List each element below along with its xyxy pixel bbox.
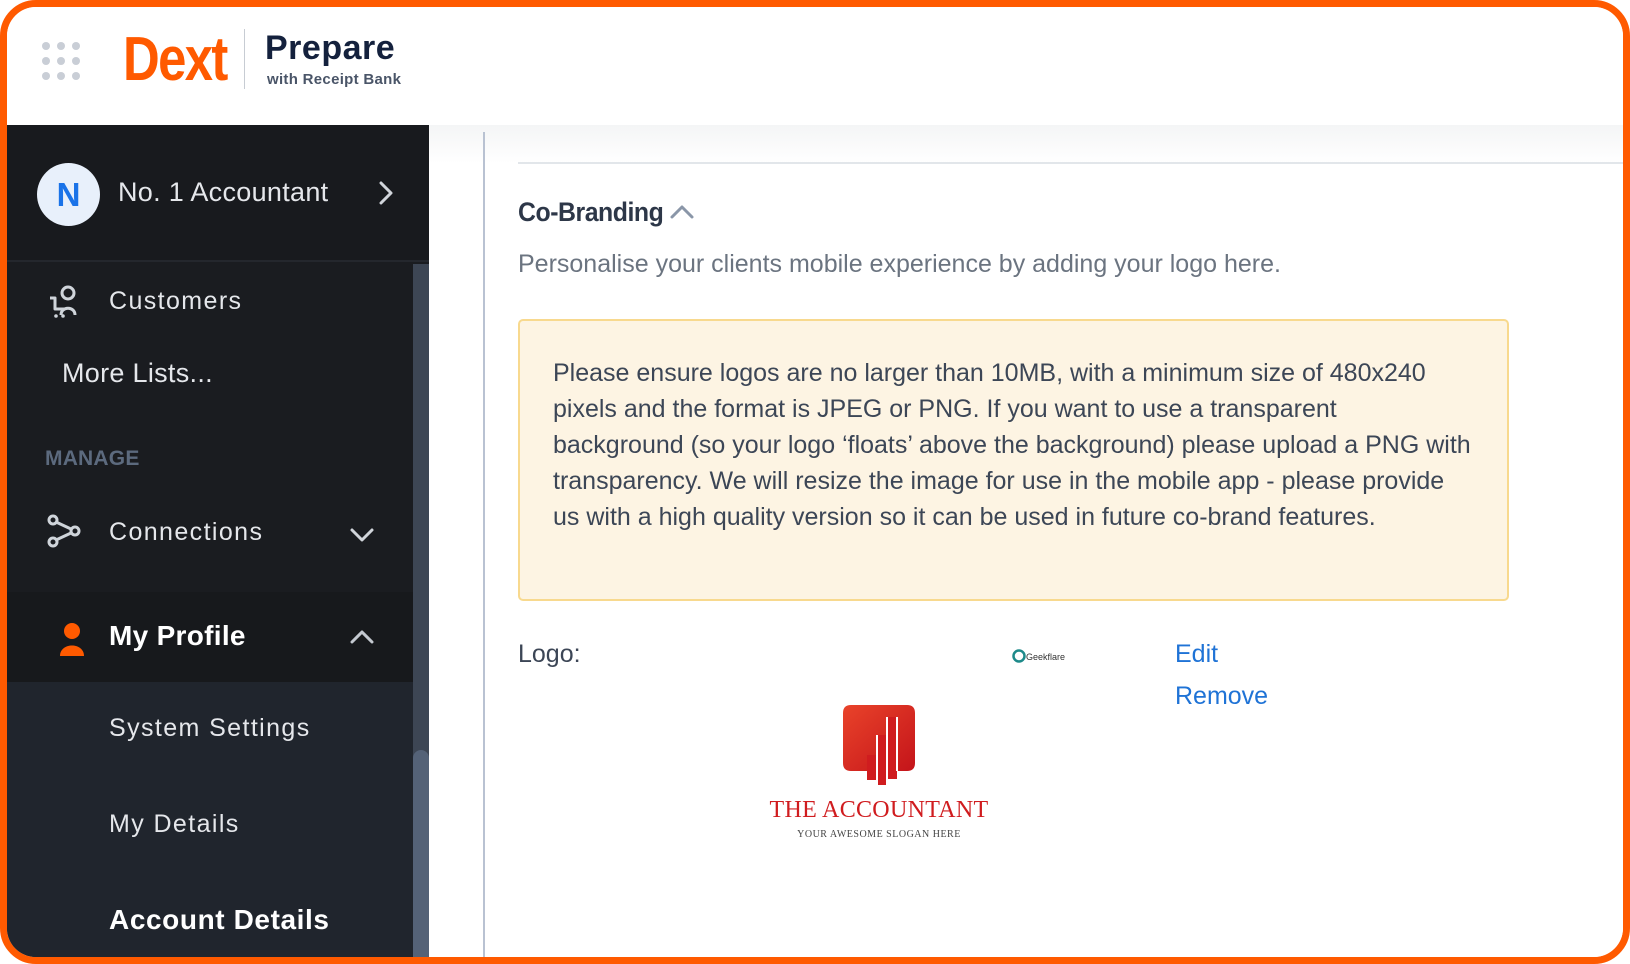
content-divider-vertical — [483, 132, 485, 957]
content-top-shade — [429, 125, 1623, 163]
bar-chart-logo-icon — [843, 705, 915, 790]
dext-logo[interactable]: Dext — [123, 29, 228, 91]
sidebar-item-label: Customers — [109, 287, 243, 315]
sidebar-item-label: My Profile — [109, 620, 246, 651]
customers-icon — [50, 285, 77, 318]
sidebar-item-my-profile[interactable]: My Profile — [7, 592, 413, 682]
sidebar-item-customers[interactable]: Customers — [7, 276, 413, 328]
manage-section-heading: MANAGE — [45, 447, 140, 470]
chevron-right-icon — [379, 181, 393, 205]
current-logo-thumbnail: Geekflare — [1012, 649, 1065, 663]
collapse-chevron-icon[interactable] — [669, 201, 695, 223]
logo-divider — [244, 29, 245, 89]
sidebar-nav: Customers More Lists... MANAGE Connectio… — [7, 262, 429, 957]
notice-text: Please ensure logos are no larger than 1… — [553, 359, 1471, 531]
chevron-down-icon — [350, 528, 374, 542]
sidebar-item-more-lists[interactable]: More Lists... — [7, 350, 413, 400]
sidebar: N No. 1 Accountant Customers More Lists.… — [7, 125, 429, 957]
sidebar-item-connections[interactable]: Connections — [7, 502, 413, 562]
small-logo-text: Geekflare — [1026, 652, 1065, 662]
my-profile-submenu: System Settings My Details Account Detai… — [7, 682, 413, 957]
account-name: No. 1 Accountant — [118, 177, 329, 207]
co-branding-description: Personalise your clients mobile experien… — [518, 250, 1281, 278]
remove-logo-link[interactable]: Remove — [1175, 682, 1268, 711]
submenu-item-account-details[interactable]: Account Details — [109, 904, 330, 936]
submenu-item-my-details[interactable]: My Details — [109, 810, 240, 839]
sidebar-scrollbar-thumb[interactable] — [413, 750, 429, 957]
product-name: Prepare — [265, 29, 396, 67]
connections-icon — [47, 514, 81, 548]
submenu-item-system-settings[interactable]: System Settings — [109, 714, 311, 743]
uploaded-logo-preview: THE ACCOUNTANT YOUR AWESOME SLOGAN HERE — [764, 705, 1014, 865]
uploaded-logo-slogan: YOUR AWESOME SLOGAN HERE — [797, 829, 961, 840]
app-window: Dext Prepare with Receipt Bank N No. 1 A… — [0, 0, 1630, 964]
main-content: Co-Branding Personalise your clients mob… — [429, 125, 1623, 957]
uploaded-logo-title: THE ACCOUNTANT — [769, 797, 989, 823]
section-divider — [518, 162, 1623, 164]
person-icon — [60, 623, 84, 656]
logo-requirements-notice: Please ensure logos are no larger than 1… — [518, 319, 1509, 601]
logo-label: Logo: — [518, 640, 581, 668]
app-switcher-grid-icon[interactable] — [42, 42, 82, 82]
avatar: N — [37, 163, 100, 226]
edit-logo-link[interactable]: Edit — [1175, 640, 1218, 669]
product-subtitle: with Receipt Bank — [267, 71, 402, 88]
top-header: Dext Prepare with Receipt Bank — [7, 7, 1623, 125]
sidebar-item-label: Connections — [109, 518, 264, 546]
account-switcher[interactable]: N No. 1 Accountant — [7, 125, 429, 262]
co-branding-title[interactable]: Co-Branding — [518, 197, 664, 228]
chevron-up-icon — [350, 630, 374, 644]
sidebar-item-label: More Lists... — [62, 358, 213, 388]
